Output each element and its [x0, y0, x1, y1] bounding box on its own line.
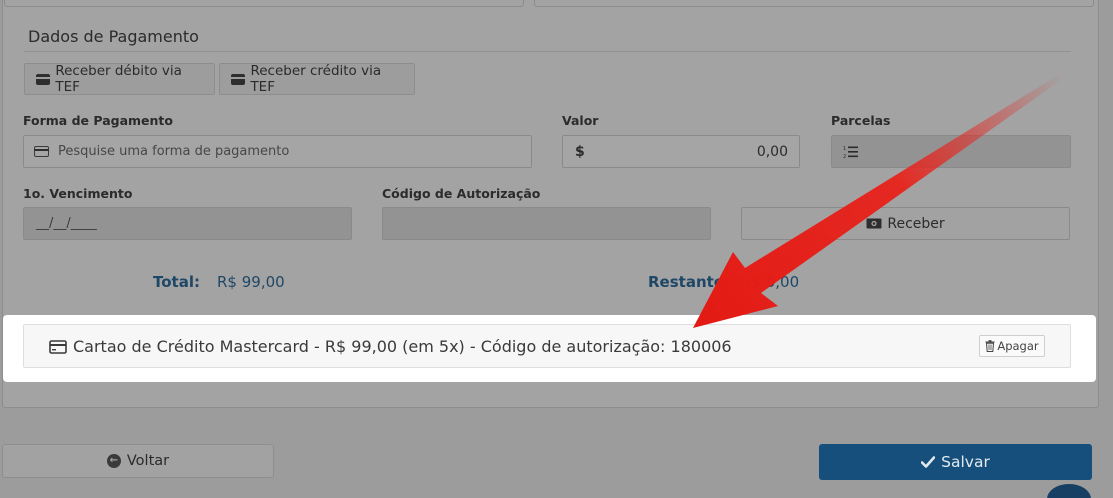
section-title: Dados de Pagamento [28, 27, 199, 46]
money-icon [866, 218, 882, 229]
save-label: Salvar [941, 453, 990, 471]
delete-label: Apagar [997, 339, 1039, 353]
payment-entry: Cartao de Crédito Mastercard - R$ 99,00 … [49, 337, 732, 356]
previous-field-bottom-left [4, 0, 524, 7]
authorization-code-label: Código de Autorização [382, 186, 541, 201]
authorization-code-input[interactable] [382, 207, 711, 240]
list-ordered-icon: 1 2 [843, 146, 858, 159]
due-date-label: 1o. Vencimento [23, 186, 133, 201]
save-button[interactable]: Salvar [819, 444, 1092, 480]
back-label: Voltar [126, 453, 170, 469]
value-label: Valor [562, 113, 599, 128]
remaining-value: R$ 0,00 [741, 273, 800, 291]
payment-method-placeholder: Pesquise uma forma de pagamento [58, 144, 290, 159]
remaining-label: Restante: [648, 273, 730, 291]
due-date-mask: __/__/____ [36, 216, 97, 231]
trash-icon [985, 340, 995, 352]
svg-text:1: 1 [843, 146, 846, 152]
previous-field-bottom-right [534, 0, 1094, 7]
receive-label: Receber [887, 215, 945, 232]
credit-card-icon [34, 146, 49, 157]
installments-select[interactable]: 1 2 [831, 135, 1071, 168]
value-amount: 0,00 [756, 143, 788, 160]
back-button[interactable]: ← Voltar [2, 444, 274, 478]
due-date-input[interactable]: __/__/____ [23, 207, 352, 240]
total-value: R$ 99,00 [217, 273, 285, 291]
delete-payment-button[interactable]: Apagar [979, 335, 1045, 357]
check-icon [921, 456, 936, 468]
tef-credit-label: Receber crédito via TEF [250, 63, 382, 95]
credit-card-icon [49, 339, 67, 354]
credit-card-icon [36, 73, 51, 85]
tef-debit-button[interactable]: Receber débito via TEF [24, 63, 215, 95]
currency-symbol: $ [575, 143, 585, 160]
installments-label: Parcelas [831, 113, 891, 128]
tef-credit-button[interactable]: Receber crédito via TEF [219, 63, 415, 95]
svg-text:2: 2 [843, 154, 846, 159]
help-widget[interactable] [1047, 484, 1091, 498]
total-label: Total: [153, 273, 200, 291]
payment-entry-text: Cartao de Crédito Mastercard - R$ 99,00 … [73, 337, 732, 356]
value-input[interactable]: $ 0,00 [562, 135, 800, 168]
section-divider [24, 51, 1071, 52]
payment-method-label: Forma de Pagamento [23, 113, 173, 128]
credit-card-icon [231, 73, 246, 85]
receive-button[interactable]: Receber [741, 207, 1070, 240]
arrow-left-circle-icon: ← [106, 454, 121, 468]
tef-debit-label: Receber débito via TEF [55, 63, 182, 95]
payment-method-search-input[interactable]: Pesquise uma forma de pagamento [23, 135, 532, 168]
